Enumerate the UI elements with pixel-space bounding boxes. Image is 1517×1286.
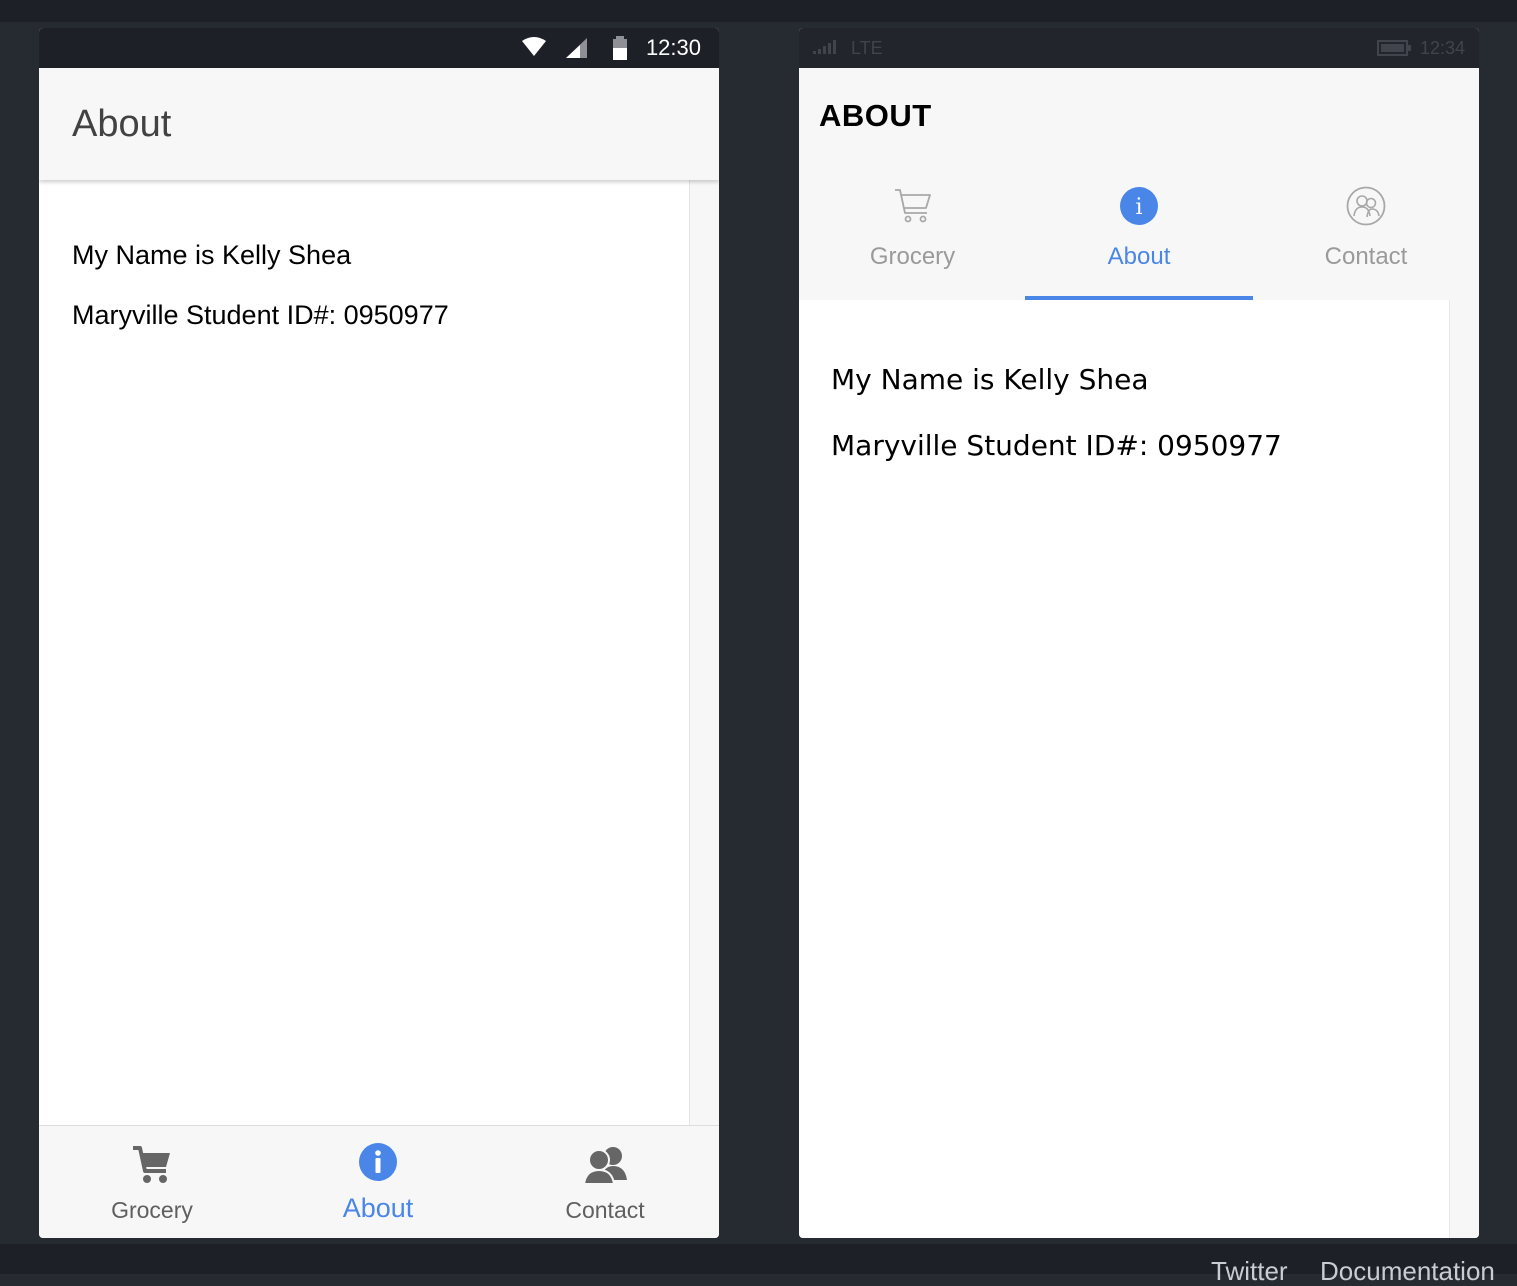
tab-contact-label: Contact	[1324, 243, 1408, 270]
tab-about-label: About	[1107, 243, 1171, 270]
footer-link-twitter[interactable]: Twitter	[1211, 1256, 1288, 1286]
status-time: 12:30	[645, 35, 701, 60]
wifi-icon	[522, 37, 546, 62]
contacts-outline-icon	[1346, 186, 1386, 231]
student-id-text: Maryville Student ID#: 0950977	[72, 300, 449, 330]
tab-grocery-label: Grocery	[869, 243, 956, 270]
tab-grocery-label: Grocery	[111, 1197, 193, 1223]
battery-icon	[1377, 40, 1411, 61]
signal-bars-icon	[813, 40, 841, 59]
tab-contact-label: Contact	[565, 1197, 645, 1223]
network-type: LTE	[851, 38, 883, 58]
app-header: ABOUT Grocery i About Contact	[799, 68, 1479, 300]
cart-outline-icon	[893, 186, 933, 231]
status-time: 12:34	[1419, 38, 1465, 58]
scroll-gutter	[1449, 300, 1479, 1238]
name-text: My Name is Kelly Shea	[831, 363, 1149, 396]
battery-icon	[612, 36, 628, 65]
cart-icon	[132, 1144, 172, 1191]
ios-preview: LTE 12:34 ABOUT Grocery i About Contact …	[799, 28, 1479, 1238]
tab-about-label: About	[342, 1193, 414, 1223]
name-text: My Name is Kelly Shea	[72, 240, 352, 270]
info-icon: i	[1119, 186, 1159, 231]
cell-signal-icon	[565, 37, 587, 64]
tab-contact[interactable]: Contact	[1253, 178, 1479, 300]
android-preview: 12:30 About My Name is Kelly Shea Maryvi…	[39, 28, 719, 1238]
tab-about[interactable]: i About	[1025, 178, 1253, 300]
about-content: My Name is Kelly Shea Maryville Student …	[799, 300, 1449, 1238]
footer-link-documentation[interactable]: Documentation	[1320, 1256, 1495, 1286]
window-bottom-bar	[0, 1244, 1517, 1274]
page-title: About	[72, 103, 172, 145]
android-status-bar: 12:30	[39, 28, 719, 68]
contacts-icon	[582, 1144, 627, 1189]
info-icon	[358, 1142, 398, 1187]
scroll-gutter	[689, 180, 719, 1125]
svg-text:i: i	[1135, 195, 1142, 220]
about-content: My Name is Kelly Shea Maryville Student …	[39, 180, 689, 1125]
tab-about[interactable]: About	[265, 1126, 491, 1238]
window-top-bar	[0, 0, 1517, 22]
ios-status-bar: LTE 12:34	[799, 28, 1479, 68]
app-toolbar: About	[39, 68, 719, 180]
student-id-text: Maryville Student ID#: 0950977	[831, 429, 1282, 462]
page-title: ABOUT	[819, 98, 932, 133]
tab-contact[interactable]: Contact	[491, 1126, 719, 1238]
bottom-tab-bar: Grocery About Contact	[39, 1125, 719, 1238]
tab-grocery[interactable]: Grocery	[39, 1126, 265, 1238]
tab-grocery[interactable]: Grocery	[799, 178, 1026, 300]
